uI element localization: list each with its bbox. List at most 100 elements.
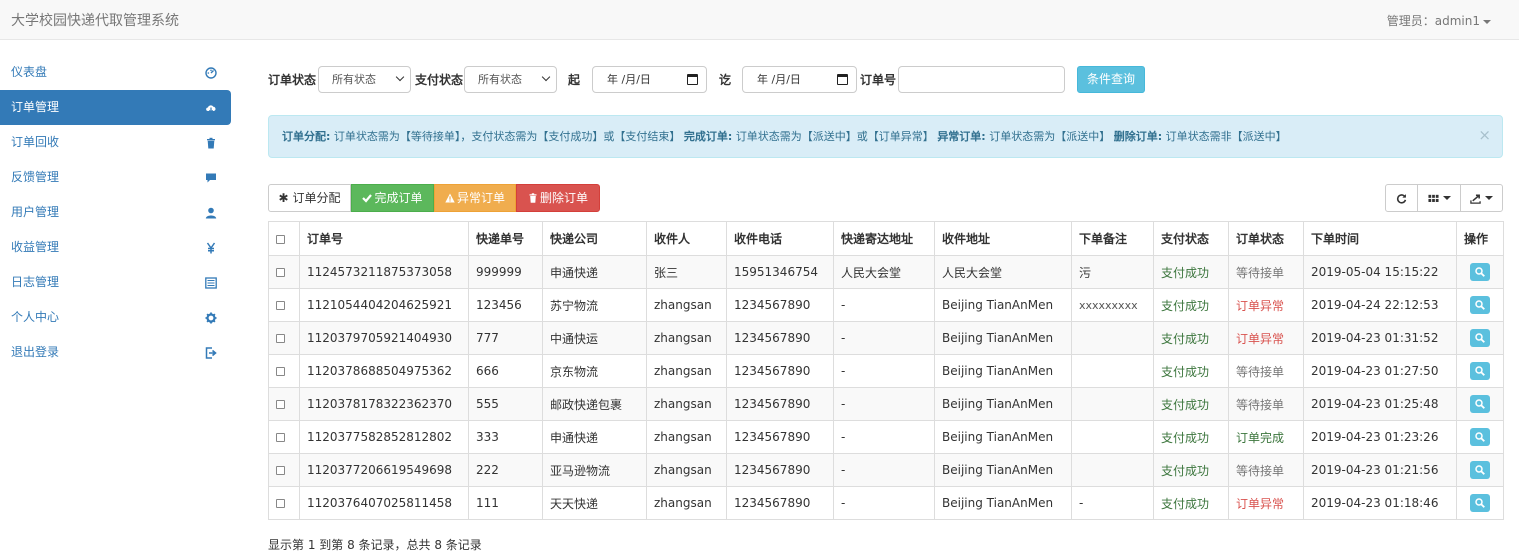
column-header[interactable]: 收件人 bbox=[646, 221, 727, 256]
row-checkbox[interactable] bbox=[276, 433, 285, 442]
table-row[interactable]: 1120378688504975362 666 京东物流 zhangsan 123456… bbox=[268, 354, 1504, 388]
sidebar-item-orders[interactable]: 订单管理 bbox=[0, 90, 231, 125]
abnormal-rule-label: 异常订单: bbox=[937, 130, 986, 143]
sidebar-item-users[interactable]: 用户管理 bbox=[0, 195, 231, 230]
recipient-cell: zhangsan bbox=[646, 321, 727, 355]
caret-down-icon bbox=[1483, 19, 1491, 24]
row-select-cell[interactable] bbox=[268, 486, 300, 520]
delete-rule-label: 删除订单: bbox=[1113, 130, 1163, 143]
abnormal-order-label: 异常订单 bbox=[456, 191, 505, 205]
table-row[interactable]: 1120379705921404930 777 中通快运 zhangsan 123456… bbox=[268, 321, 1504, 355]
column-header[interactable]: 订单号 bbox=[299, 221, 469, 256]
column-header[interactable]: 收件地址 bbox=[934, 221, 1072, 256]
pay-status-cell: 支付成功 bbox=[1153, 486, 1229, 520]
column-header[interactable]: 支付状态 bbox=[1153, 221, 1229, 256]
row-checkbox[interactable] bbox=[276, 301, 285, 310]
row-select-cell[interactable] bbox=[268, 255, 300, 289]
pay-status-cell: 支付成功 bbox=[1153, 387, 1229, 421]
column-header[interactable]: 订单状态 bbox=[1228, 221, 1304, 256]
courier-company-cell: 亚马逊物流 bbox=[542, 453, 647, 487]
admin-user-menu[interactable]: 管理员：admin1 bbox=[1387, 12, 1491, 29]
list-alt-icon bbox=[204, 265, 218, 300]
row-select-cell[interactable] bbox=[268, 453, 300, 487]
column-header[interactable]: 下单备注 bbox=[1071, 221, 1154, 256]
note-cell bbox=[1071, 321, 1154, 355]
table-row[interactable]: 1121054404204625921 123456 苏宁物流 zhangsan 123… bbox=[268, 288, 1504, 322]
view-detail-button[interactable] bbox=[1470, 494, 1490, 512]
sidebar-item-profile[interactable]: 个人中心 bbox=[0, 300, 231, 335]
sidebar-item-feedback[interactable]: 反馈管理 bbox=[0, 160, 231, 195]
row-select-cell[interactable] bbox=[268, 387, 300, 421]
order-status-cell: 等待接单 bbox=[1228, 453, 1304, 487]
calendar-icon[interactable] bbox=[687, 74, 698, 85]
orders-table: 订单号 快递单号 快递公司 收件人 收件电话 快递寄达地址 收件地址 下单备注 … bbox=[268, 221, 1504, 520]
view-detail-button[interactable] bbox=[1470, 362, 1490, 380]
delivery-address-cell: Beijing TianAnMen bbox=[934, 420, 1072, 454]
search-icon bbox=[1475, 399, 1485, 409]
view-detail-button[interactable] bbox=[1470, 296, 1490, 314]
close-icon[interactable]: × bbox=[1478, 116, 1491, 154]
column-header[interactable]: 快递单号 bbox=[468, 221, 543, 256]
delete-order-button[interactable]: 删除订单 bbox=[516, 184, 600, 212]
view-detail-button[interactable] bbox=[1470, 428, 1490, 446]
row-select-cell[interactable] bbox=[268, 354, 300, 388]
date-from-input[interactable]: 年 /月/日 bbox=[592, 66, 707, 93]
sidebar-item-label: 用户管理 bbox=[11, 205, 60, 219]
note-cell bbox=[1071, 453, 1154, 487]
export-button[interactable] bbox=[1460, 184, 1503, 212]
row-checkbox[interactable] bbox=[276, 367, 285, 376]
select-all-cell[interactable] bbox=[268, 221, 300, 256]
order-no-cell: 1120377206619549698 bbox=[299, 453, 469, 487]
column-header[interactable]: 收件电话 bbox=[726, 221, 834, 256]
select-all-checkbox[interactable] bbox=[276, 234, 285, 244]
order-status-select[interactable]: 所有状态 bbox=[318, 66, 411, 93]
app-title[interactable]: 大学校园快递代取管理系统 bbox=[11, 10, 179, 30]
columns-toggle-button[interactable] bbox=[1417, 184, 1461, 212]
row-select-cell[interactable] bbox=[268, 420, 300, 454]
sidebar-item-earnings[interactable]: 收益管理 bbox=[0, 230, 231, 265]
tracking-no-cell: 666 bbox=[468, 354, 543, 388]
sidebar-item-dashboard[interactable]: 仪表盘 bbox=[0, 55, 231, 90]
date-to-input[interactable]: 年 /月/日 bbox=[742, 66, 857, 93]
table-row[interactable]: 1120378178322362370 555 邮政快递包裹 zhangsan 1234… bbox=[268, 387, 1504, 421]
view-detail-button[interactable] bbox=[1470, 329, 1490, 347]
view-detail-button[interactable] bbox=[1470, 263, 1490, 281]
calendar-icon[interactable] bbox=[837, 74, 848, 85]
table-row[interactable]: 1120377206619549698 222 亚马逊物流 zhangsan 12345… bbox=[268, 453, 1504, 487]
phone-cell: 1234567890 bbox=[726, 453, 834, 487]
sidebar-item-label: 个人中心 bbox=[11, 310, 60, 324]
row-checkbox[interactable] bbox=[276, 400, 285, 409]
pay-status-select[interactable]: 所有状态 bbox=[464, 66, 557, 93]
table-row[interactable]: 1120376407025811458 111 天天快递 zhangsan 123456… bbox=[268, 486, 1504, 520]
table-row[interactable]: 1124573211875373058 999999 申通快递 张三 159513467… bbox=[268, 255, 1504, 289]
column-header[interactable]: 快递公司 bbox=[542, 221, 647, 256]
tracking-no-cell: 111 bbox=[468, 486, 543, 520]
view-detail-button[interactable] bbox=[1470, 461, 1490, 479]
search-icon bbox=[1475, 267, 1485, 277]
row-checkbox[interactable] bbox=[276, 334, 285, 343]
search-button[interactable]: 条件查询 bbox=[1077, 66, 1145, 93]
row-select-cell[interactable] bbox=[268, 321, 300, 355]
complete-rule-label: 完成订单: bbox=[683, 130, 733, 143]
delivery-address-cell: Beijing TianAnMen bbox=[934, 288, 1072, 322]
assign-order-button[interactable]: ✱ 订单分配 bbox=[268, 184, 351, 212]
courier-company-cell: 中通快运 bbox=[542, 321, 647, 355]
tracking-no-cell: 333 bbox=[468, 420, 543, 454]
row-checkbox[interactable] bbox=[276, 466, 285, 475]
column-header[interactable]: 快递寄达地址 bbox=[833, 221, 935, 256]
recipient-cell: zhangsan bbox=[646, 354, 727, 388]
order-no-input[interactable] bbox=[898, 66, 1065, 93]
row-checkbox[interactable] bbox=[276, 268, 285, 277]
sidebar-item-logs[interactable]: 日志管理 bbox=[0, 265, 231, 300]
row-checkbox[interactable] bbox=[276, 499, 285, 508]
complete-order-button[interactable]: 完成订单 bbox=[351, 184, 434, 212]
sidebar-item-logout[interactable]: 退出登录 bbox=[0, 335, 231, 370]
order-time-cell: 2019-04-23 01:25:48 bbox=[1303, 387, 1457, 421]
abnormal-order-button[interactable]: 异常订单 bbox=[434, 184, 516, 212]
row-select-cell[interactable] bbox=[268, 288, 300, 322]
table-row[interactable]: 1120377582852812802 333 申通快递 zhangsan 123456… bbox=[268, 420, 1504, 454]
column-header[interactable]: 下单时间 bbox=[1303, 221, 1457, 256]
refresh-button[interactable] bbox=[1385, 184, 1418, 212]
sidebar-item-order-recycle[interactable]: 订单回收 bbox=[0, 125, 231, 160]
view-detail-button[interactable] bbox=[1470, 395, 1490, 413]
